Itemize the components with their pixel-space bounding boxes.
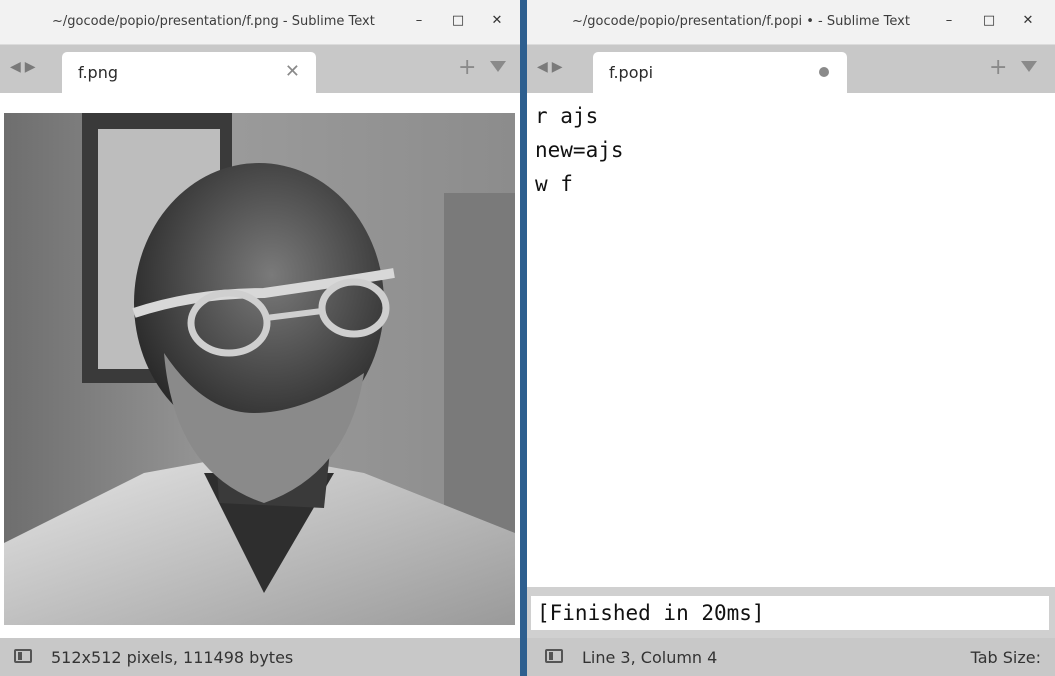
code-line: w f bbox=[535, 172, 573, 196]
tab-f-popi[interactable]: f.popi bbox=[593, 52, 847, 93]
unsaved-dot-icon[interactable] bbox=[819, 67, 829, 77]
title-bar[interactable]: ~/gocode/popio/presentation/f.popi • - S… bbox=[527, 0, 1055, 45]
status-bar: Line 3, Column 4 Tab Size: bbox=[527, 638, 1055, 676]
tab-nav-arrows[interactable]: ◀▶ bbox=[10, 59, 40, 75]
tab-bar: ◀▶ f.png ✕ + bbox=[0, 45, 520, 93]
build-output-panel: [Finished in 20ms] bbox=[527, 587, 1055, 638]
build-output[interactable]: [Finished in 20ms] bbox=[531, 596, 1049, 630]
code-line: new=ajs bbox=[535, 138, 624, 162]
tab-label: f.png bbox=[78, 63, 119, 82]
tab-size-indicator[interactable]: Tab Size: bbox=[971, 648, 1041, 667]
code-editor[interactable]: r ajs new=ajs w f bbox=[527, 93, 1055, 587]
tab-menu-icon[interactable] bbox=[490, 61, 506, 72]
tab-f-png[interactable]: f.png ✕ bbox=[62, 52, 316, 93]
cursor-position[interactable]: Line 3, Column 4 bbox=[582, 648, 717, 667]
tab-nav-arrows[interactable]: ◀▶ bbox=[537, 59, 567, 75]
window-title: ~/gocode/popio/presentation/f.png - Subl… bbox=[52, 14, 375, 29]
minimize-button[interactable]: – bbox=[940, 12, 958, 30]
minimize-button[interactable]: – bbox=[410, 12, 428, 30]
forward-arrow-icon[interactable]: ▶ bbox=[25, 59, 40, 75]
maximize-button[interactable]: □ bbox=[980, 12, 998, 30]
sidebar-toggle-icon[interactable] bbox=[545, 649, 563, 663]
code-line: r ajs bbox=[535, 104, 599, 128]
portrait-photo bbox=[4, 113, 515, 625]
status-bar: 512x512 pixels, 111498 bytes bbox=[0, 638, 520, 676]
back-arrow-icon[interactable]: ◀ bbox=[537, 59, 552, 75]
window-title: ~/gocode/popio/presentation/f.popi • - S… bbox=[572, 14, 910, 29]
new-tab-icon[interactable]: + bbox=[989, 55, 1007, 80]
title-bar[interactable]: ~/gocode/popio/presentation/f.png - Subl… bbox=[0, 0, 520, 45]
image-info: 512x512 pixels, 111498 bytes bbox=[51, 648, 294, 667]
code-text[interactable]: r ajs new=ajs w f bbox=[535, 99, 624, 201]
back-arrow-icon[interactable]: ◀ bbox=[10, 59, 25, 75]
image-viewer-window: ~/gocode/popio/presentation/f.png - Subl… bbox=[0, 0, 520, 676]
close-button[interactable]: ✕ bbox=[1019, 12, 1037, 30]
tab-menu-icon[interactable] bbox=[1021, 61, 1037, 72]
tab-label: f.popi bbox=[609, 63, 654, 82]
maximize-button[interactable]: □ bbox=[449, 12, 467, 30]
tab-close-icon[interactable]: ✕ bbox=[285, 61, 300, 82]
new-tab-icon[interactable]: + bbox=[458, 55, 476, 80]
sidebar-toggle-icon[interactable] bbox=[14, 649, 32, 663]
forward-arrow-icon[interactable]: ▶ bbox=[552, 59, 567, 75]
tab-bar: ◀▶ f.popi + bbox=[527, 45, 1055, 93]
editor-window: ~/gocode/popio/presentation/f.popi • - S… bbox=[527, 0, 1055, 676]
close-button[interactable]: ✕ bbox=[488, 12, 506, 30]
image-preview bbox=[4, 113, 515, 625]
window-divider bbox=[520, 0, 527, 676]
